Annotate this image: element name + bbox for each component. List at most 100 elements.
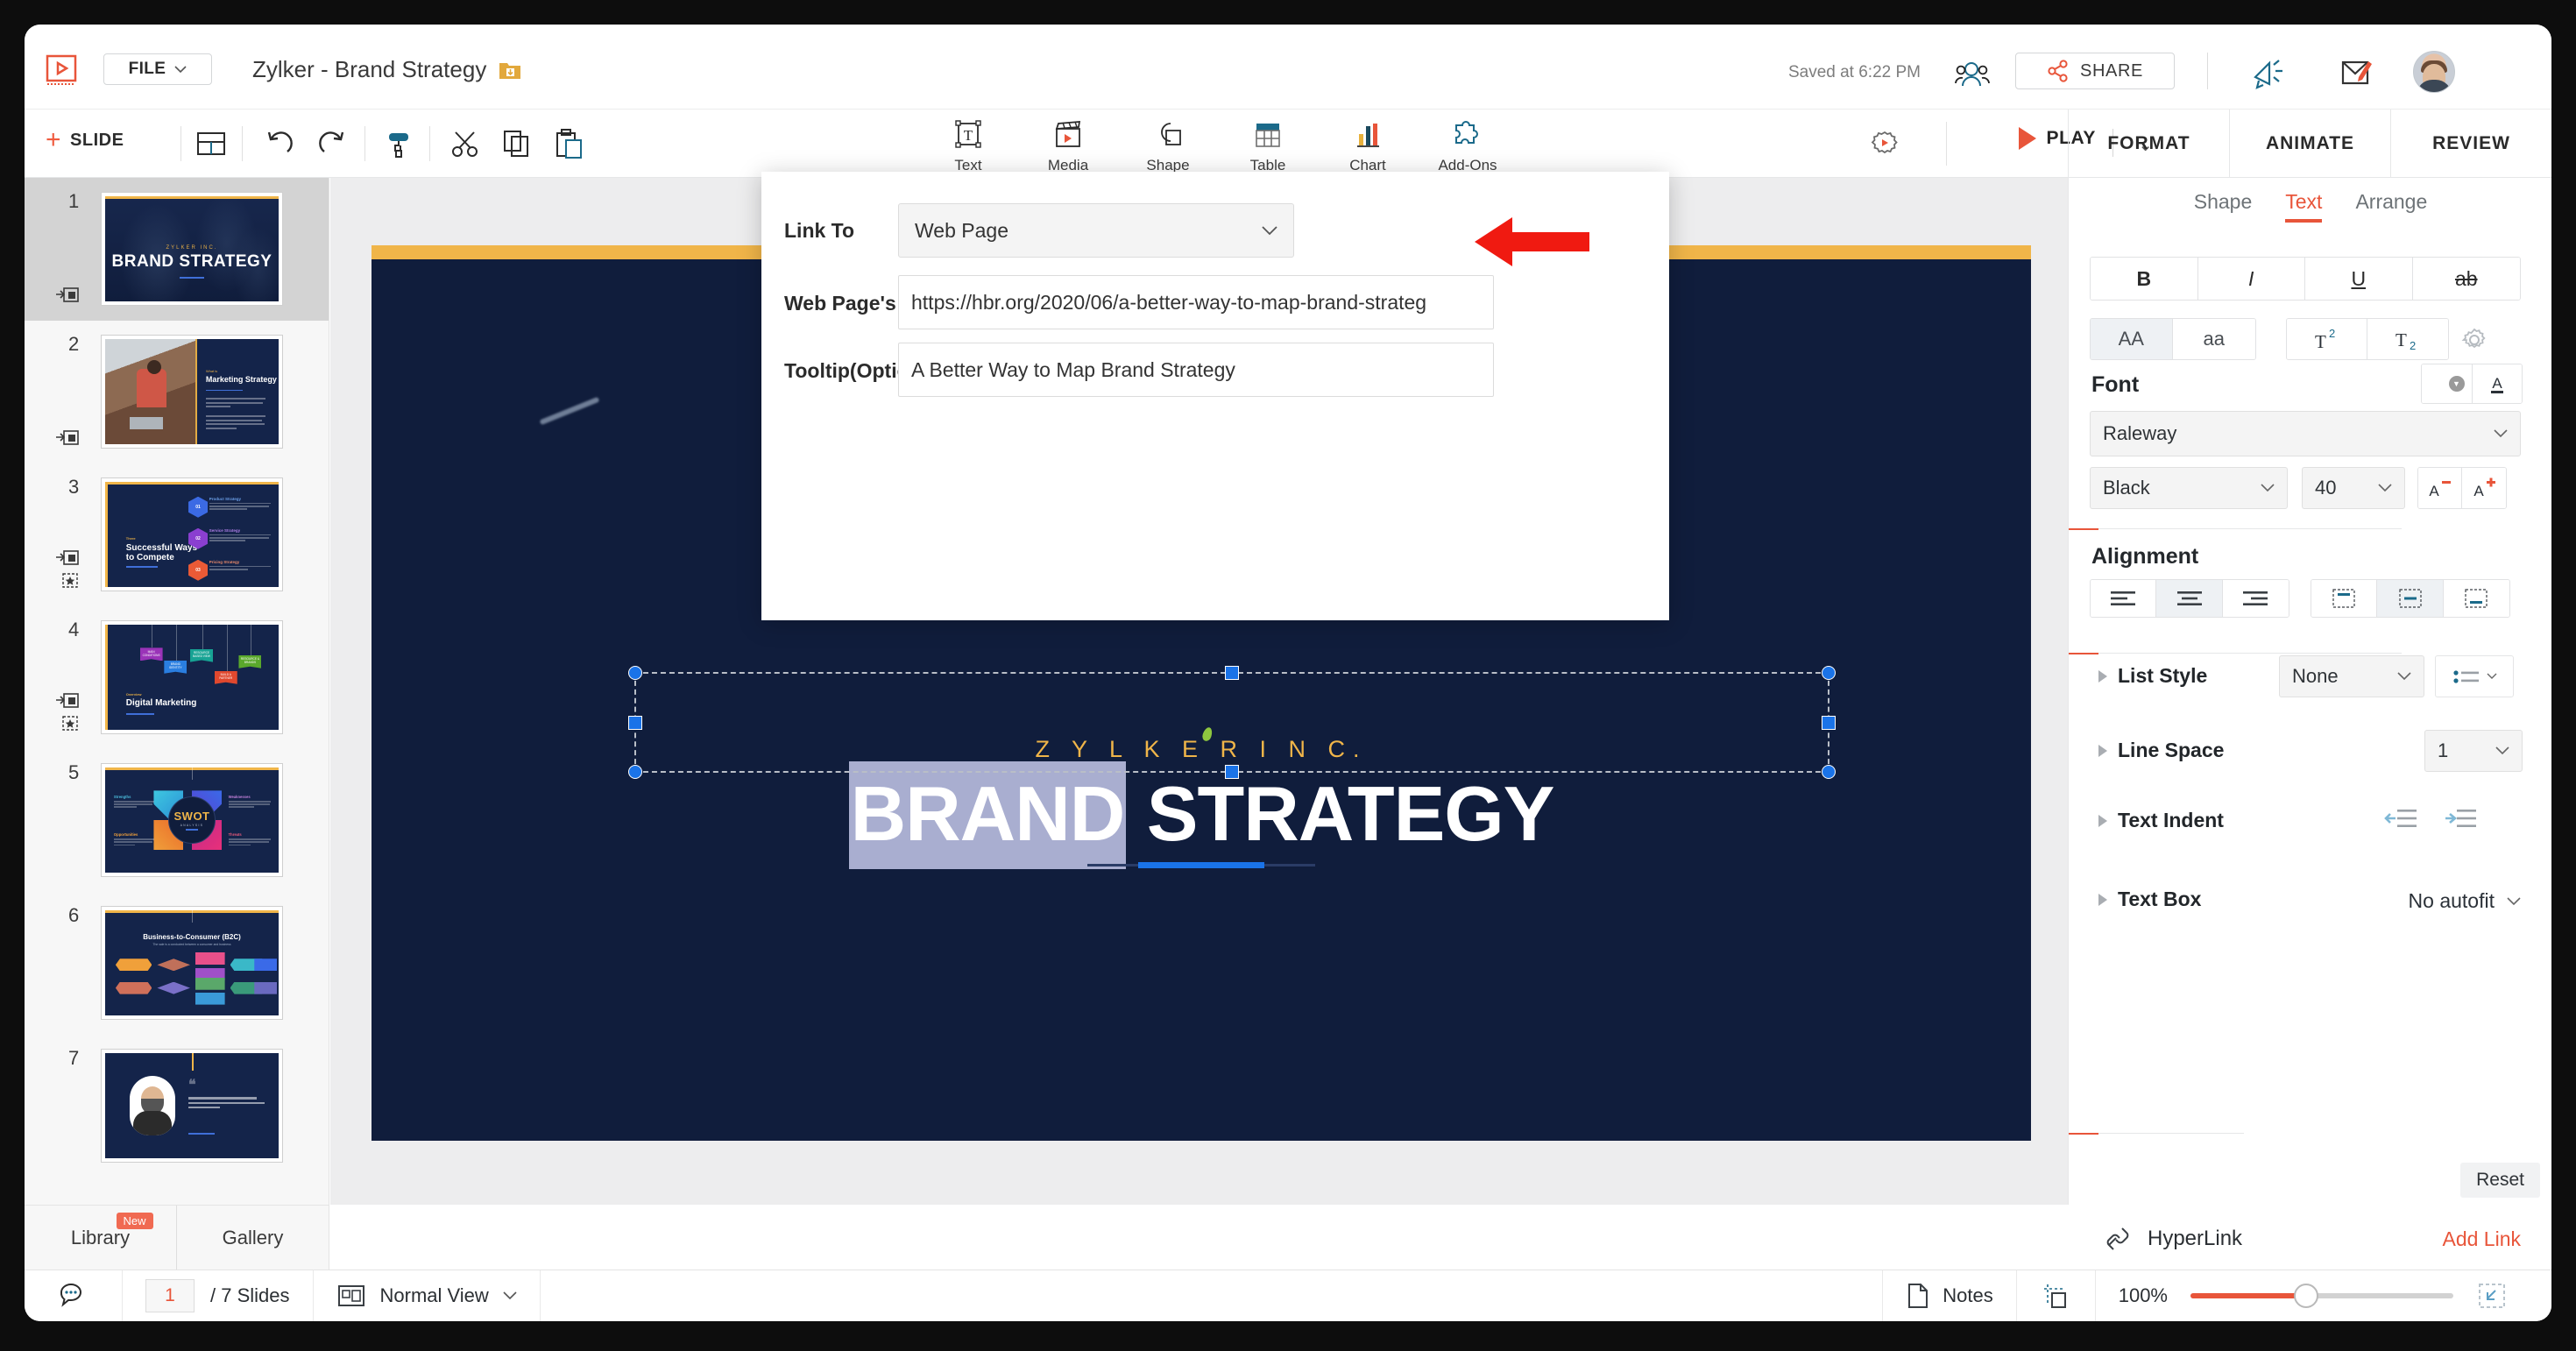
undo-icon[interactable] (261, 125, 298, 162)
list-style-row[interactable]: List Style (2098, 664, 2207, 688)
strikethrough-button[interactable]: ab (2412, 258, 2520, 300)
reset-button[interactable]: Reset (2460, 1163, 2540, 1198)
slide-thumbnail-7[interactable]: 7 ❝ (25, 1035, 329, 1178)
zoho-show-logo-icon[interactable] (42, 49, 81, 88)
text-box-row[interactable]: Text Box (2098, 888, 2201, 911)
insert-addons-button[interactable]: Add-Ons (1418, 113, 1518, 174)
redo-icon[interactable] (314, 125, 350, 162)
tooltip-input[interactable]: A Better Way to Map Brand Strategy (898, 343, 1494, 397)
resize-handle-bl[interactable] (628, 765, 642, 779)
slide-transition-icon[interactable] (56, 691, 79, 733)
text-color-a-icon[interactable]: A (2472, 364, 2522, 403)
comments-button[interactable] (25, 1270, 123, 1321)
view-mode-select[interactable]: Normal View (314, 1270, 541, 1321)
list-style-select[interactable]: None (2279, 655, 2424, 697)
font-weight-select[interactable]: Black (2090, 467, 2288, 509)
people-icon[interactable] (1954, 58, 1991, 93)
line-space-row[interactable]: Line Space (2098, 739, 2224, 762)
bullet-list-button[interactable] (2435, 655, 2514, 697)
tab-library[interactable]: Library New (25, 1206, 176, 1270)
settings-gear-icon[interactable] (1866, 125, 1903, 162)
font-family-select[interactable]: Raleway (2090, 411, 2521, 456)
resize-handle-bc[interactable] (1225, 765, 1239, 779)
align-center-button[interactable] (2156, 580, 2223, 617)
zoom-slider[interactable] (2190, 1284, 2453, 1308)
slide-layout-icon[interactable] (193, 125, 230, 162)
link-to-select[interactable]: Web Page (898, 203, 1294, 258)
tab-gallery[interactable]: Gallery (176, 1206, 329, 1270)
share-button[interactable]: SHARE (2015, 53, 2175, 89)
slide-thumbnail-6[interactable]: 6 Business-to-Consumer (B2C) The sale is… (25, 892, 329, 1035)
slide-thumbnail-2[interactable]: 2 What is Marketing Strategy (25, 321, 329, 463)
tab-review[interactable]: REVIEW (2390, 110, 2551, 178)
resize-handle-tr[interactable] (1822, 666, 1836, 680)
format-painter-icon[interactable] (382, 125, 419, 162)
resize-handle-mr[interactable] (1822, 715, 1836, 730)
slide-title-text[interactable]: BRAND STRATEGY (372, 761, 2031, 869)
tab-animate[interactable]: ANIMATE (2229, 110, 2390, 178)
text-indent-row[interactable]: Text Indent (2098, 809, 2224, 832)
zoom-control[interactable]: 100% (2096, 1270, 2551, 1322)
decrease-font-size-icon[interactable]: A (2418, 468, 2462, 508)
font-size-select[interactable]: 40 (2302, 467, 2405, 509)
subtab-text[interactable]: Text (2285, 190, 2323, 223)
decrease-indent-icon[interactable] (2384, 805, 2419, 831)
selected-word[interactable]: BRAND (848, 761, 1127, 869)
notes-button[interactable]: Notes (1882, 1270, 2017, 1321)
line-space-select[interactable]: 1 (2424, 730, 2523, 772)
resize-handle-tc[interactable] (1225, 666, 1239, 680)
slide-transition-icon[interactable] (56, 548, 79, 591)
underline-button[interactable]: U (2305, 258, 2413, 300)
uppercase-button[interactable]: AA (2091, 319, 2173, 359)
add-slide-button[interactable]: + SLIDE (46, 127, 124, 153)
superscript-button[interactable]: T2 (2287, 319, 2367, 359)
slide-transition-icon[interactable] (56, 428, 79, 448)
text-box-autofit-select[interactable]: No autofit (2409, 889, 2521, 913)
scissors-icon[interactable] (447, 125, 484, 162)
resize-handle-br[interactable] (1822, 765, 1836, 779)
insert-shape-button[interactable]: Shape (1118, 113, 1218, 174)
slide-thumbnail-1[interactable]: 1 ZYLKER INC. BRAND STRATEGY (25, 178, 329, 321)
feedback-pencil-icon[interactable] (2338, 54, 2376, 91)
file-menu-button[interactable]: FILE (103, 53, 212, 85)
valign-middle-button[interactable] (2377, 580, 2444, 617)
document-title[interactable]: Zylker - Brand Strategy (252, 56, 486, 83)
guides-button[interactable] (2017, 1270, 2096, 1321)
font-color-picker[interactable]: ▼ (2422, 364, 2473, 403)
megaphone-icon[interactable] (2250, 54, 2289, 91)
insert-text-button[interactable]: T Text (918, 113, 1018, 174)
insert-chart-button[interactable]: Chart (1318, 113, 1418, 174)
valign-top-button[interactable] (2311, 580, 2378, 617)
slide-transition-icon[interactable] (56, 286, 79, 305)
increase-font-size-icon[interactable]: A (2461, 468, 2506, 508)
saved-to-workdrive-icon[interactable] (498, 58, 522, 82)
insert-media-button[interactable]: Media (1018, 113, 1118, 174)
text-selection-box[interactable] (628, 666, 1836, 779)
bold-button[interactable]: B (2091, 258, 2198, 300)
slide-thumbnail-3[interactable]: 3 Three Successful Ways to Compete 01 02… (25, 463, 329, 606)
slides-pane[interactable]: 1 ZYLKER INC. BRAND STRATEGY 2 What is M… (25, 178, 329, 1205)
align-right-button[interactable] (2222, 580, 2289, 617)
url-input[interactable]: https://hbr.org/2020/06/a-better-way-to-… (898, 275, 1494, 329)
subtab-arrange[interactable]: Arrange (2355, 190, 2427, 221)
resize-handle-ml[interactable] (628, 715, 642, 730)
zoom-slider-handle[interactable] (2294, 1284, 2318, 1308)
slide-thumbnail-5[interactable]: 5 SWOT ANALYSIS Strengths Weaknesses Opp… (25, 749, 329, 892)
current-slide-input[interactable]: 1 (145, 1279, 195, 1312)
paste-icon[interactable] (550, 125, 587, 162)
slide-thumbnail-4[interactable]: 4 MAIN CONDITIONS BRAND IDENTITY RESOURC… (25, 606, 329, 749)
subscript-button[interactable]: T2 (2367, 319, 2448, 359)
increase-indent-icon[interactable] (2444, 805, 2479, 831)
unselected-word[interactable]: STRATEGY (1126, 770, 1555, 857)
insert-table-button[interactable]: Table (1218, 113, 1318, 174)
tab-format[interactable]: FORMAT (2068, 110, 2229, 178)
subtab-shape[interactable]: Shape (2194, 190, 2253, 221)
lowercase-button[interactable]: aa (2172, 319, 2255, 359)
resize-handle-tl[interactable] (628, 666, 642, 680)
avatar[interactable] (2413, 51, 2455, 93)
align-left-button[interactable] (2091, 580, 2157, 617)
add-link-button[interactable]: Add Link (2442, 1227, 2521, 1251)
copy-icon[interactable] (498, 125, 534, 162)
italic-button[interactable]: I (2197, 258, 2305, 300)
valign-bottom-button[interactable] (2443, 580, 2509, 617)
